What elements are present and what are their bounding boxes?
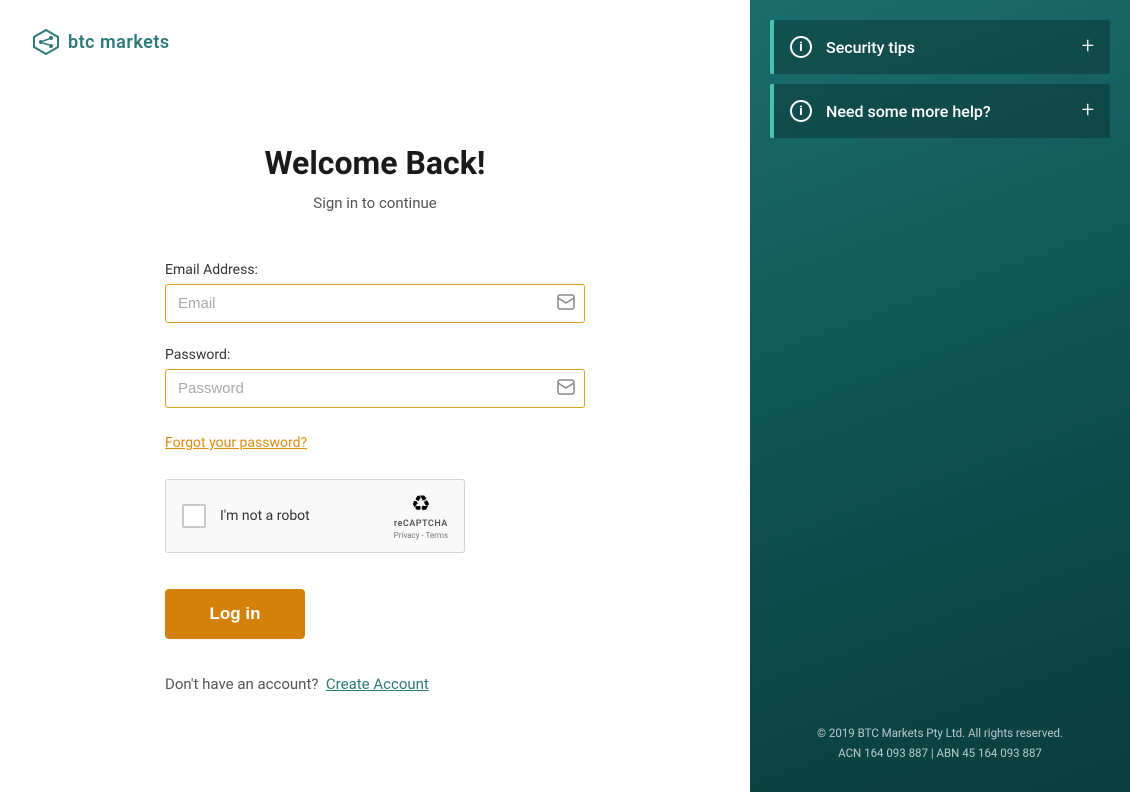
security-tips-label: Security tips xyxy=(826,38,1068,57)
password-input-wrapper xyxy=(165,369,585,408)
btc-markets-logo-icon xyxy=(32,28,60,56)
password-input[interactable] xyxy=(165,369,585,408)
help-accordion[interactable]: i Need some more help? + xyxy=(770,84,1110,138)
security-tips-accordion[interactable]: i Security tips + xyxy=(770,20,1110,74)
sign-in-subtitle: Sign in to continue xyxy=(313,194,436,212)
left-panel: btc markets Welcome Back! Sign in to con… xyxy=(0,0,750,792)
recaptcha-brand: reCAPTCHA xyxy=(394,519,448,529)
welcome-title: Welcome Back! xyxy=(265,144,486,182)
right-panel-footer: © 2019 BTC Markets Pty Ltd. All rights r… xyxy=(750,723,1130,764)
email-label: Email Address: xyxy=(165,262,585,278)
right-panel: i Security tips + i Need some more help?… xyxy=(750,0,1130,792)
security-tips-expand-icon: + xyxy=(1082,36,1094,58)
help-label: Need some more help? xyxy=(826,102,1068,121)
help-expand-icon: + xyxy=(1082,100,1094,122)
create-account-text: Don't have an account? Create Account xyxy=(165,675,585,693)
forgot-password-link[interactable]: Forgot your password? xyxy=(165,435,307,451)
email-input-wrapper xyxy=(165,284,585,323)
create-account-link[interactable]: Create Account xyxy=(326,675,429,693)
recaptcha-links: Privacy - Terms xyxy=(394,531,448,540)
footer-line1: © 2019 BTC Markets Pty Ltd. All rights r… xyxy=(770,723,1110,744)
logo-text: btc markets xyxy=(68,32,170,53)
footer-line2: ACN 164 093 887 | ABN 45 164 093 887 xyxy=(770,743,1110,764)
recaptcha-label: I'm not a robot xyxy=(220,508,380,524)
login-container: Welcome Back! Sign in to continue Email … xyxy=(0,84,750,792)
logo-area: btc markets xyxy=(0,0,750,84)
recaptcha-widget[interactable]: I'm not a robot ♻ reCAPTCHA Privacy - Te… xyxy=(165,479,465,553)
recaptcha-checkbox[interactable] xyxy=(182,504,206,528)
email-input[interactable] xyxy=(165,284,585,323)
help-info-icon: i xyxy=(790,100,812,122)
login-button[interactable]: Log in xyxy=(165,589,305,639)
recaptcha-logo-area: ♻ reCAPTCHA Privacy - Terms xyxy=(394,492,448,540)
no-account-label: Don't have an account? xyxy=(165,675,318,693)
password-icon xyxy=(557,379,575,399)
security-tips-info-icon: i xyxy=(790,36,812,58)
login-form: Email Address: Password: xyxy=(165,262,585,693)
recaptcha-logo-icon: ♻ xyxy=(411,492,431,517)
email-icon xyxy=(557,294,575,314)
password-label: Password: xyxy=(165,347,585,363)
